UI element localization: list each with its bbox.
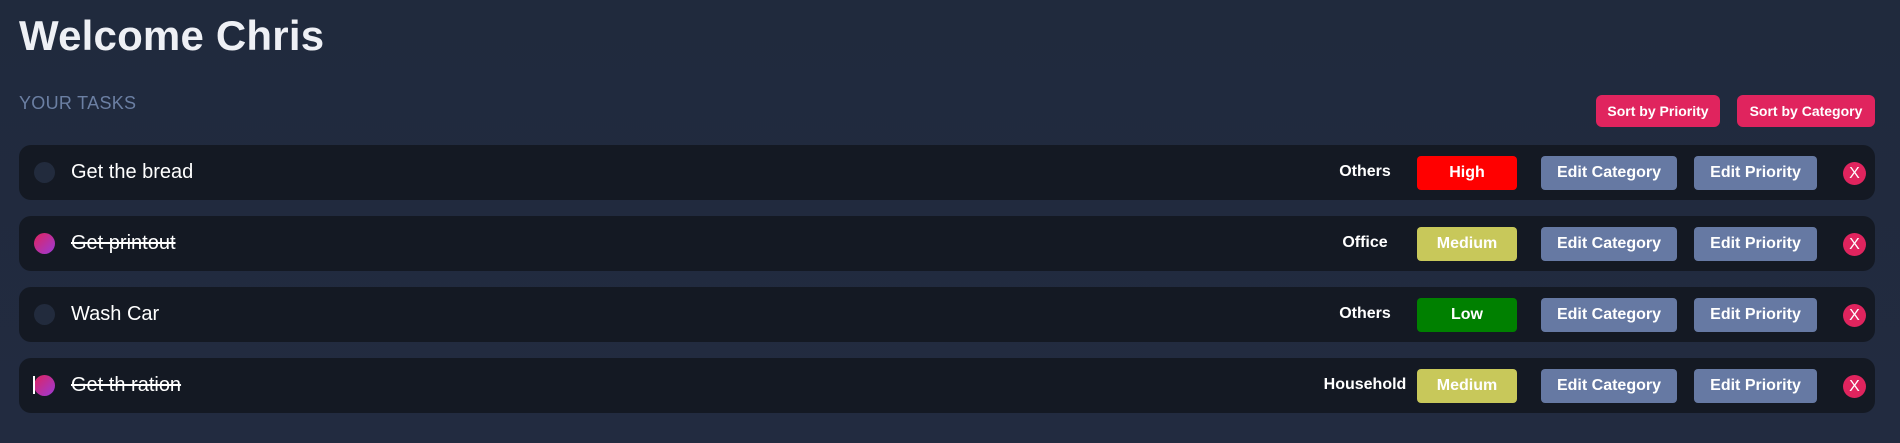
- edit-priority-button[interactable]: Edit Priority: [1694, 156, 1817, 190]
- task-text: Get the bread: [71, 161, 194, 183]
- task-priority-badge: High: [1417, 156, 1517, 190]
- task-text: Wash Car: [71, 303, 160, 325]
- task-complete-toggle[interactable]: [34, 375, 55, 396]
- edit-priority-button[interactable]: Edit Priority: [1694, 227, 1817, 261]
- task-list: Get the bread Others High Edit Category …: [19, 145, 1875, 429]
- task-complete-toggle[interactable]: [34, 233, 55, 254]
- task-text: Get th ration: [71, 374, 182, 396]
- edit-category-button[interactable]: Edit Category: [1541, 156, 1677, 190]
- task-row: Wash Car Others Low Edit Category Edit P…: [19, 287, 1875, 342]
- edit-category-button[interactable]: Edit Category: [1541, 369, 1677, 403]
- task-priority-badge: Medium: [1417, 227, 1517, 261]
- task-complete-toggle[interactable]: [34, 304, 55, 325]
- delete-task-button[interactable]: X: [1843, 233, 1866, 256]
- delete-task-button[interactable]: X: [1843, 304, 1866, 327]
- sort-by-priority-button[interactable]: Sort by Priority: [1596, 95, 1720, 127]
- task-text: Get printout: [71, 232, 176, 254]
- edit-category-button[interactable]: Edit Category: [1541, 227, 1677, 261]
- page-title: Welcome Chris: [19, 12, 325, 59]
- edit-priority-button[interactable]: Edit Priority: [1694, 298, 1817, 332]
- tasks-section-label: YOUR TASKS: [19, 93, 137, 113]
- task-priority-badge: Low: [1417, 298, 1517, 332]
- edit-category-button[interactable]: Edit Category: [1541, 298, 1677, 332]
- task-priority-badge: Medium: [1417, 369, 1517, 403]
- task-row: Get printout Office Medium Edit Category…: [19, 216, 1875, 271]
- task-complete-toggle[interactable]: [34, 162, 55, 183]
- app-page: Welcome Chris YOUR TASKS Sort by Priorit…: [0, 0, 1900, 443]
- edit-priority-button[interactable]: Edit Priority: [1694, 369, 1817, 403]
- task-row: Get th ration Household Medium Edit Cate…: [19, 358, 1875, 413]
- task-row: Get the bread Others High Edit Category …: [19, 145, 1875, 200]
- text-cursor: [33, 376, 35, 394]
- sort-by-category-button[interactable]: Sort by Category: [1737, 95, 1875, 127]
- delete-task-button[interactable]: X: [1843, 162, 1866, 185]
- delete-task-button[interactable]: X: [1843, 375, 1866, 398]
